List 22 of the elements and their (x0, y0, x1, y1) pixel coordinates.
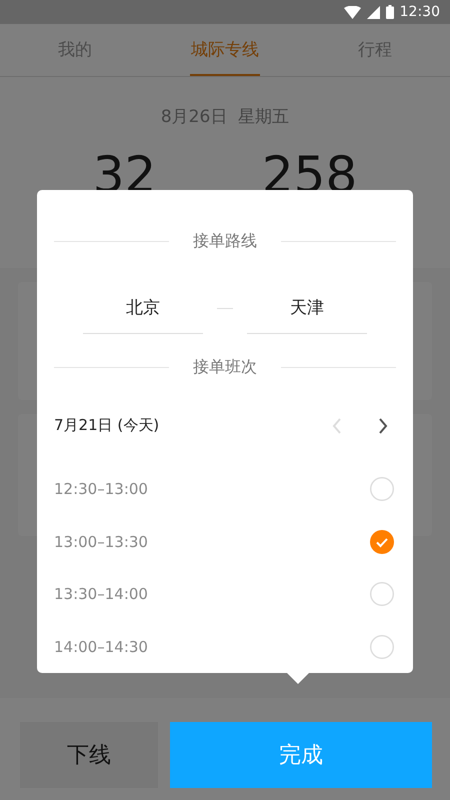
time-slot-label: 13:00–13:30 (54, 532, 148, 551)
to-city-field[interactable]: 天津 (247, 286, 367, 334)
time-slot-label: 12:30–13:00 (54, 480, 148, 498)
day-label: 7月21日 (今天) (54, 416, 160, 435)
time-slot-label: 13:30–14:00 (54, 585, 148, 604)
time-slot-label: 14:00–14:30 (54, 638, 148, 656)
radio-unchecked[interactable] (370, 634, 394, 659)
chevron-right-icon[interactable] (378, 418, 388, 434)
radio-unchecked[interactable] (370, 582, 394, 606)
offline-button[interactable]: 下线 (20, 722, 158, 788)
done-button[interactable]: 完成 (170, 722, 432, 788)
signal-icon (366, 6, 380, 18)
status-time: 12:30 (400, 4, 440, 20)
radio-checked[interactable] (370, 530, 394, 554)
date-label: 8月26日 星期五 (160, 106, 290, 128)
radio-unchecked[interactable] (370, 477, 394, 502)
from-city-field[interactable]: 北京 (83, 286, 203, 334)
section-title: 接单班次 (193, 356, 257, 378)
tab[interactable]: 城际专线 (190, 24, 260, 76)
battery-icon (386, 5, 394, 19)
wifi-icon (344, 6, 361, 18)
section-title: 接单路线 (193, 230, 257, 252)
